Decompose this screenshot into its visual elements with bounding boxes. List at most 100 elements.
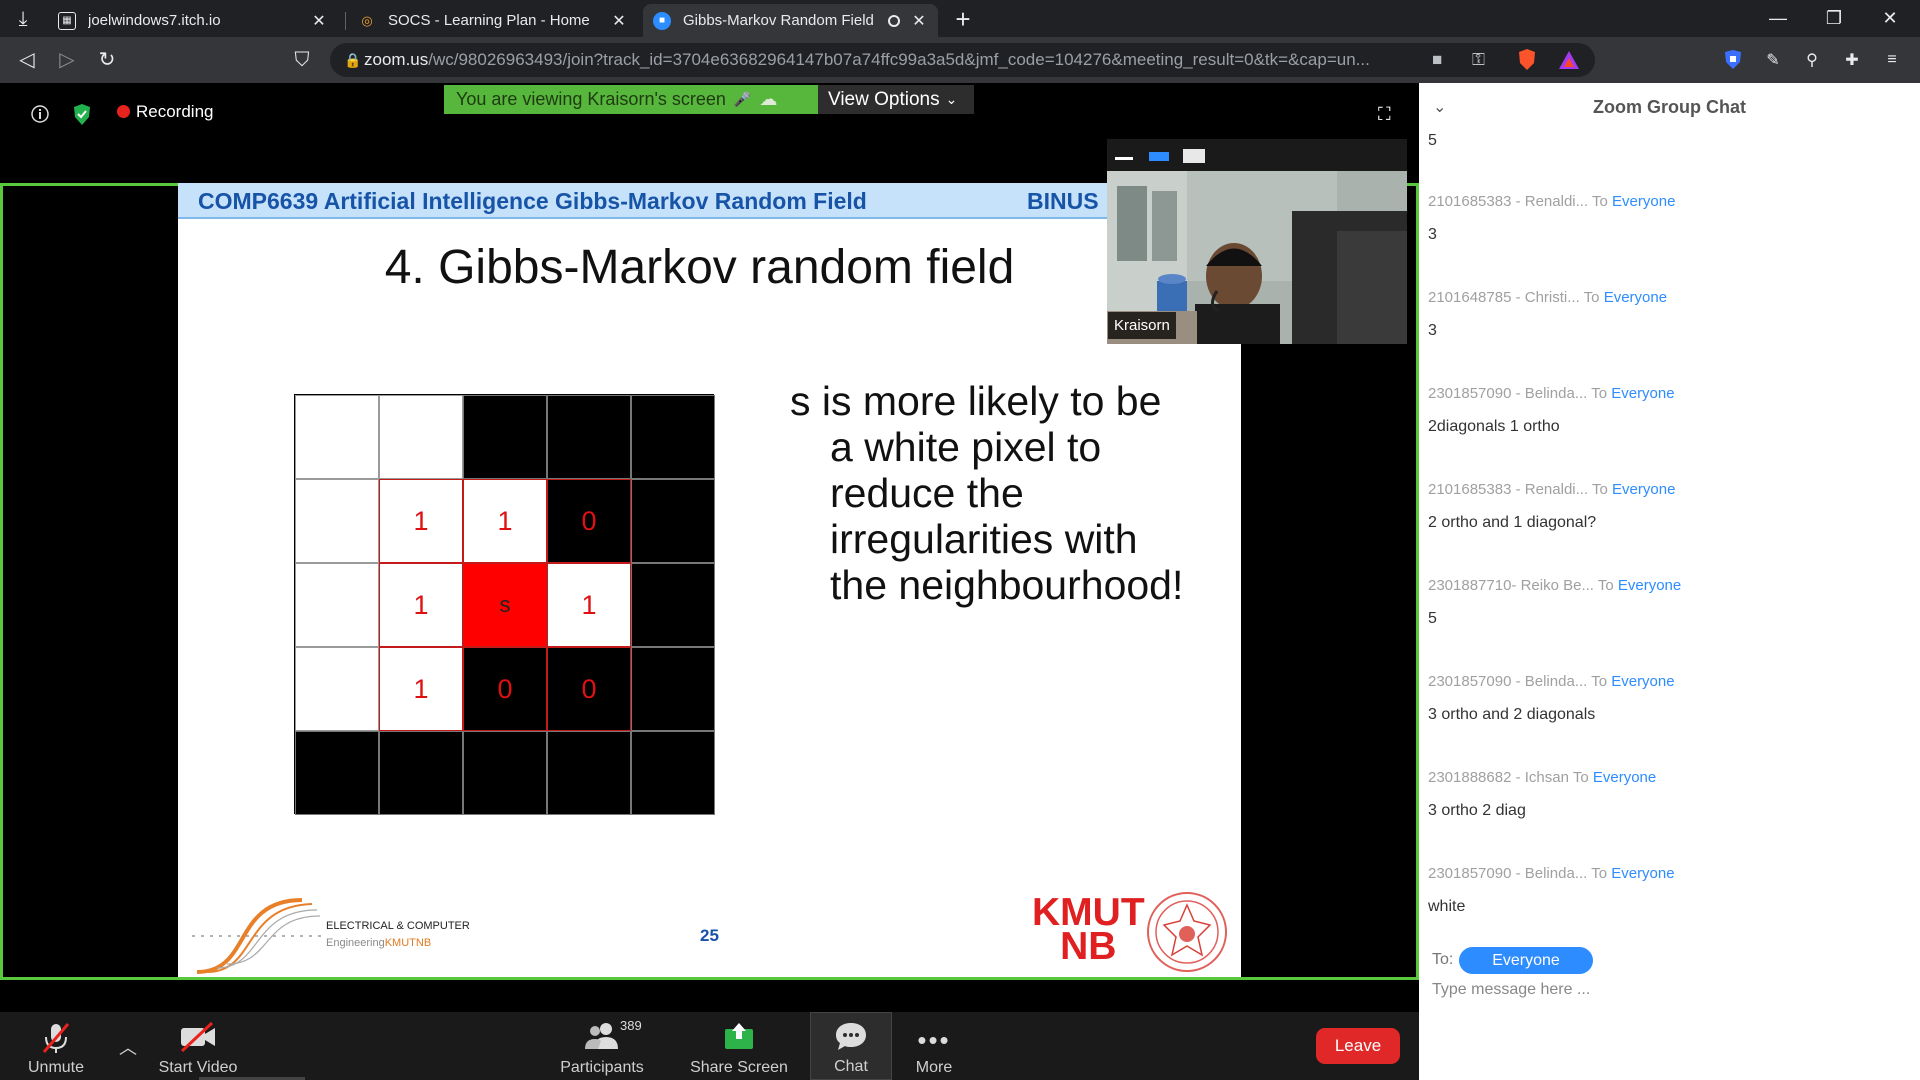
more-label: More [915,1059,953,1076]
chat-header: ⌄ Zoom Group Chat [1419,83,1920,131]
recording-indicator[interactable]: Recording [117,102,214,122]
reload-icon[interactable]: ↻ [92,45,122,75]
recipient-select-button[interactable]: Everyone [1459,947,1593,974]
new-tab-button[interactable]: + [948,4,978,34]
chat-message-text: 3 [1428,322,1437,339]
gallery-view-icon[interactable] [1183,149,1205,163]
participants-icon [582,1021,622,1059]
presentation-slide: COMP6639 Artificial Intelligence Gibbs-M… [178,183,1241,977]
viewing-screen-banner: You are viewing Kraisorn's screen 🎤 ☁ [444,85,818,114]
chat-to-word: To [1591,865,1608,882]
close-icon[interactable]: ✕ [910,11,928,31]
browser-toolbar: ◁ ▷ ↻ ⛉ 🔒 zoom.us /wc/98026963493/join?t… [0,37,1920,83]
slide-text-line: reduce the [830,470,1024,516]
participant-video-tile[interactable]: Kraisorn [1107,139,1407,344]
grid-cell: 1 [379,647,463,731]
brave-shield-icon[interactable] [1515,48,1539,72]
minimize-button[interactable]: — [1750,0,1806,37]
chat-sender: 2301888682 - Ichsan [1428,769,1569,786]
close-window-button[interactable]: ✕ [1862,0,1918,37]
tab-separator [345,12,346,30]
zoom-icon: ■ [653,11,671,30]
grid-cell [631,731,715,815]
view-options-button[interactable]: View Options ⌄ [818,85,974,114]
bookmark-icon[interactable]: ⛉ [287,45,317,75]
grid-cell [463,731,547,815]
close-icon[interactable]: ✕ [610,11,628,31]
leave-button[interactable]: Leave [1316,1028,1400,1064]
chat-recipient[interactable]: Everyone [1612,481,1675,498]
video-tile-controls [1107,139,1407,171]
brave-rewards-icon[interactable] [1557,48,1581,72]
chat-sender: 2101685383 - Renaldi... [1428,193,1589,210]
extension-shield-icon[interactable] [1721,48,1745,72]
to-label: To: [1432,951,1454,968]
grid-cell [547,731,631,815]
chat-message-header: 2301857090 - Belinda... To Everyone [1428,385,1675,402]
camera-blocked-icon[interactable]: ■ [1432,50,1442,70]
tab-itch[interactable]: ▦ joelwindows7.itch.io ✕ [48,4,338,37]
browser-menu-icon[interactable]: ≡ [1880,48,1904,72]
audio-options-chevron-icon[interactable]: ︿ [119,1034,137,1060]
downloads-icon[interactable]: ⤓ [8,6,38,32]
close-icon[interactable]: ✕ [310,11,328,31]
chat-message-header: 2301888682 - Ichsan To Everyone [1428,769,1656,786]
chat-button[interactable]: Chat [810,1012,892,1080]
restore-button[interactable]: ❐ [1806,0,1862,37]
chat-message-header: 2101685383 - Renaldi... To Everyone [1428,193,1675,210]
chat-message-text: 3 ortho 2 diag [1428,802,1526,819]
chat-message-text: 2 ortho and 1 diagonal? [1428,514,1597,531]
address-bar[interactable]: 🔒 zoom.us /wc/98026963493/join?track_id=… [330,43,1595,77]
url-path: /wc/98026963493/join?track_id=3704e63682… [428,50,1370,69]
extension-bird-icon[interactable]: ✎ [1761,48,1785,72]
grid-cell [631,395,715,479]
fullscreen-icon[interactable]: ⛶ [1378,104,1391,125]
more-button[interactable]: ••• More [896,1012,972,1080]
url-host: zoom.us [364,50,429,69]
slide-text-line: a white pixel to [830,424,1102,470]
chat-recipient[interactable]: Everyone [1611,385,1674,402]
chat-recipient[interactable]: Everyone [1593,769,1656,786]
itch-icon: ▦ [58,11,76,30]
chat-message-header: 2301887710- Reiko Be... To Everyone [1428,577,1681,594]
encryption-shield-icon[interactable] [72,104,92,131]
chat-to-word: To [1572,769,1589,786]
start-video-label: Start Video [158,1059,238,1076]
grid-cell [463,395,547,479]
forward-icon[interactable]: ▷ [52,45,82,75]
socs-icon: ◎ [361,12,373,28]
extensions-puzzle-icon[interactable]: ✚ [1840,48,1864,72]
slide-page-number: 25 [700,926,719,945]
speaker-view-icon[interactable] [1149,152,1169,161]
participants-label: Participants [560,1059,644,1076]
tab-title: Gibbs-Markov Random Field [683,12,874,29]
chat-message-text: 2diagonals 1 ortho [1428,418,1560,435]
extension-bulb-icon[interactable]: ⚲ [1800,48,1824,72]
chat-recipient[interactable]: Everyone [1604,289,1667,306]
chat-sender: 2101648785 - Christi... [1428,289,1580,306]
chat-message: 2301857090 - Belinda... To Everyone 2diag… [1428,385,1908,481]
chat-message: 2101685383 - Renaldi... To Everyone 3 [1428,193,1908,289]
recording-label: Recording [136,102,214,121]
chat-message-input[interactable] [1432,976,1902,1004]
slide-text-line: irregularities with [830,516,1138,562]
chat-panel: ⌄ Zoom Group Chat 5 2101685383 - Renaldi… [1419,83,1920,1080]
tab-socs[interactable]: ◎ SOCS - Learning Plan - Home ✕ [348,4,638,37]
unmute-button[interactable]: Unmute [16,1012,96,1080]
chat-recipient[interactable]: Everyone [1612,193,1675,210]
tab-zoom-active[interactable]: ■ Gibbs-Markov Random Field ✕ [643,4,938,37]
start-video-button[interactable]: Start Video [150,1012,246,1080]
chat-recipient[interactable]: Everyone [1611,673,1674,690]
grid-cell [631,563,715,647]
chat-recipient[interactable]: Everyone [1611,865,1674,882]
key-icon[interactable]: ⚿ [1472,50,1485,70]
share-screen-button[interactable]: Share Screen [682,1012,796,1080]
grid-cell [295,395,379,479]
meeting-info-icon[interactable] [30,104,50,129]
share-screen-icon [723,1021,755,1059]
grid-cell: 1 [547,563,631,647]
minimize-video-icon[interactable] [1115,157,1133,160]
chat-recipient[interactable]: Everyone [1618,577,1681,594]
back-icon[interactable]: ◁ [12,45,42,75]
grid-cell [379,731,463,815]
